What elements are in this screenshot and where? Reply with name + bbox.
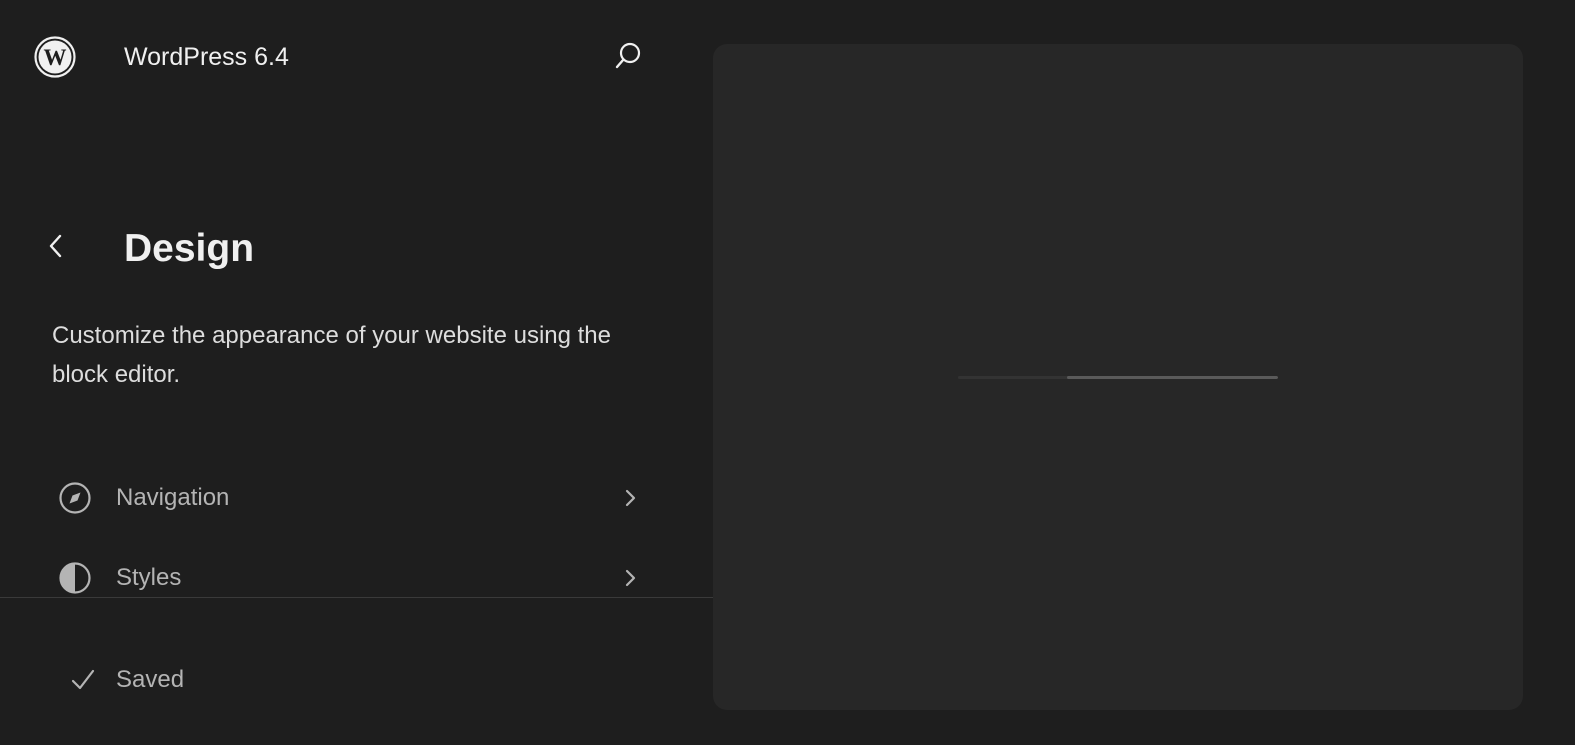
search-icon [612,40,644,77]
site-editor: W WordPress 6.4 Design Customize the app… [0,0,1575,745]
nav-item-label: Styles [116,564,182,591]
nav-item-navigation[interactable]: Navigation [50,458,650,538]
check-icon [66,663,100,697]
editor-canvas-preview[interactable] [713,44,1523,710]
sidebar: W WordPress 6.4 Design Customize the app… [0,0,715,745]
search-button[interactable] [608,38,648,78]
navigation-menu-container: Navigation Styles [0,440,715,597]
back-button[interactable] [38,228,74,268]
chevron-left-icon [46,232,66,265]
chevron-right-icon [618,566,642,590]
nav-item-label: Navigation [116,484,230,511]
navigation-menu: Navigation Styles [50,458,650,597]
site-title[interactable]: WordPress 6.4 [124,42,289,72]
styles-half-circle-icon [56,559,94,597]
footer-divider [0,597,715,598]
progress-bar-fill [1066,376,1278,379]
navigation-compass-icon [56,479,94,517]
panel-description: Customize the appearance of your website… [52,322,611,388]
loading-progress-bar [958,376,1278,379]
save-status: Saved [66,660,184,700]
wordpress-logo-icon[interactable]: W [34,36,76,78]
page-title: Design [124,227,255,270]
svg-text:W: W [44,45,67,70]
chevron-right-icon [618,486,642,510]
status-label: Saved [116,666,185,693]
nav-item-styles[interactable]: Styles [50,538,650,597]
